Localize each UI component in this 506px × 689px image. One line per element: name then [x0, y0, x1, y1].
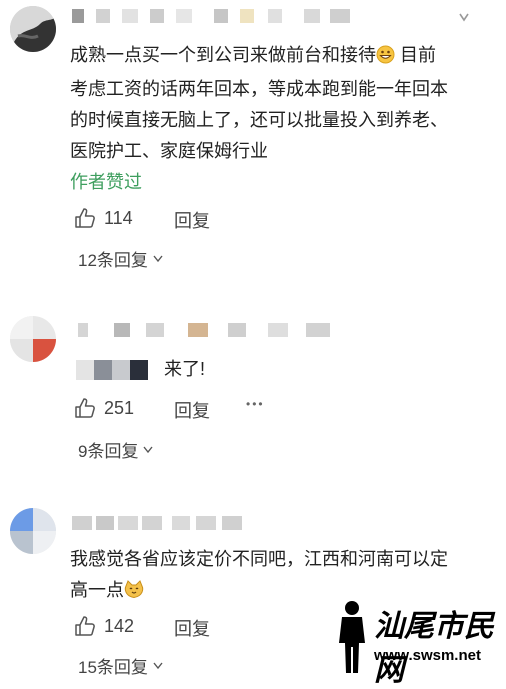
text-line: 成熟一点买一个到公司来做前台和接待 — [70, 45, 376, 65]
thumbs-up-icon — [75, 616, 95, 636]
avatar[interactable] — [10, 6, 56, 52]
text-line: 的时候直接无脑上了，还可以批量投入到养老、 — [70, 110, 448, 130]
more-options-icon[interactable]: ••• — [246, 397, 265, 411]
text-line: 高一点 — [70, 580, 124, 600]
comment-2: 来了! 251 回复 ••• 9条回复 — [0, 300, 506, 490]
like-button[interactable]: 142 — [74, 615, 134, 637]
text-line: 医院护工、家庭保姆行业 — [70, 141, 268, 161]
like-button[interactable]: 251 — [74, 397, 134, 419]
site-watermark: 汕尾市民网 www.swsm.net — [330, 599, 500, 688]
chevron-down-icon[interactable] — [458, 10, 470, 24]
reply-button[interactable]: 回复 — [174, 207, 210, 233]
like-count: 114 — [104, 207, 133, 228]
text-line: 目前 — [395, 45, 437, 65]
text-line: 考虑工资的话两年回本，等成本跑到能一年回本 — [70, 79, 448, 99]
avatar[interactable] — [10, 508, 56, 554]
avatar-image — [10, 508, 56, 554]
author-liked-badge: 作者赞过 — [70, 172, 142, 192]
avatar-image — [10, 316, 56, 362]
replies-count-label: 15条回复 — [78, 658, 148, 677]
avatar[interactable] — [10, 316, 56, 362]
chevron-down-icon — [153, 255, 163, 262]
cat-emoji-icon — [124, 578, 144, 609]
watermark-url: www.swsm.net — [374, 647, 481, 664]
replies-toggle[interactable]: 12条回复 — [78, 246, 164, 271]
comment-text: 成熟一点买一个到公司来做前台和接待 目前 考虑工资的话两年回本，等成本跑到能一年… — [70, 40, 490, 167]
avatar-image — [10, 6, 56, 52]
reply-button[interactable]: 回复 — [174, 397, 210, 423]
reply-button[interactable]: 回复 — [174, 615, 210, 641]
text-line: 我感觉各省应该定价不同吧，江西和河南可以定 — [70, 549, 448, 569]
replies-count-label: 12条回复 — [78, 251, 148, 270]
replies-toggle[interactable]: 9条回复 — [78, 437, 154, 462]
chevron-down-icon — [143, 446, 154, 453]
watermark-site-name: 汕尾市民网 — [374, 609, 494, 688]
comment-1: 成熟一点买一个到公司来做前台和接待 目前 考虑工资的话两年回本，等成本跑到能一年… — [0, 0, 506, 300]
grinning-emoji-icon — [376, 43, 395, 74]
comment-text: 来了! — [164, 359, 206, 379]
like-count: 142 — [104, 615, 135, 636]
thumbs-up-icon — [75, 208, 95, 228]
person-silhouette-icon — [339, 601, 365, 673]
like-button[interactable]: 114 — [74, 207, 133, 229]
like-count: 251 — [104, 397, 135, 418]
chevron-down-icon — [153, 662, 163, 669]
replies-toggle[interactable]: 15条回复 — [78, 653, 164, 678]
thumbs-up-icon — [75, 398, 95, 418]
replies-count-label: 9条回复 — [78, 442, 139, 461]
